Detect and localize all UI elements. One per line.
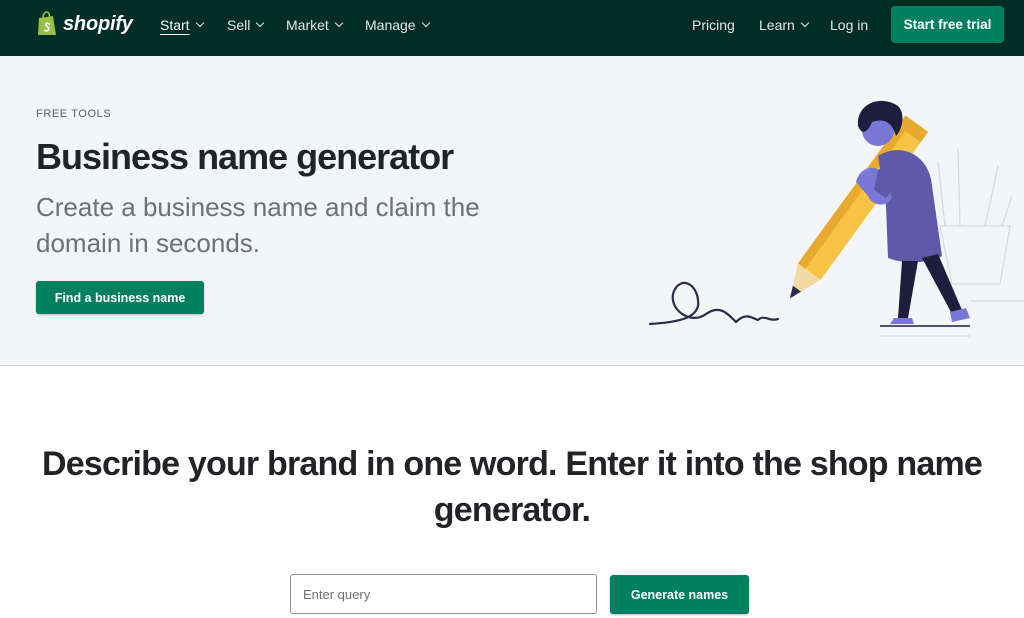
start-free-trial-button[interactable]: Start free trial [891,6,1004,43]
nav-market[interactable]: Market [286,17,344,33]
chevron-down-icon [256,18,265,28]
hero-section: FREE TOOLS Business name generator Creat… [0,56,1024,366]
nav-manage-label: Manage [365,17,416,33]
nav-sell[interactable]: Sell [227,17,265,33]
chevron-down-icon [195,18,204,28]
nav-login-label: Log in [830,17,869,33]
logo-text: shopify [63,12,133,35]
nav-pricing[interactable]: Pricing [692,17,735,33]
nav-sell-label: Sell [227,17,251,33]
nav-pricing-label: Pricing [692,17,735,33]
nav-start[interactable]: Start [160,17,204,33]
find-business-name-button[interactable]: Find a business name [36,281,204,314]
nav-learn[interactable]: Learn [759,17,810,33]
chevron-down-icon [421,18,430,28]
hero-subtitle: Create a business name and claim the dom… [36,192,480,258]
page-title: Business name generator [36,136,454,177]
search-input[interactable] [290,574,597,614]
nav-login[interactable]: Log in [830,17,868,33]
top-nav: shopify Start Sell Market Manage Pricing… [0,0,1024,56]
hero-eyebrow: FREE TOOLS [36,108,112,120]
nav-start-label: Start [160,17,190,33]
chevron-down-icon [800,18,810,28]
generator-heading: Describe your brand in one word. Enter i… [41,445,983,529]
shopify-bag-icon [38,11,56,35]
generate-names-button[interactable]: Generate names [610,575,749,614]
shopify-logo[interactable]: shopify [36,11,133,37]
chevron-down-icon [334,18,344,28]
nav-manage[interactable]: Manage [365,17,430,33]
person-with-pencil-illustration [648,100,1024,337]
nav-learn-label: Learn [759,17,795,33]
nav-market-label: Market [286,17,329,33]
